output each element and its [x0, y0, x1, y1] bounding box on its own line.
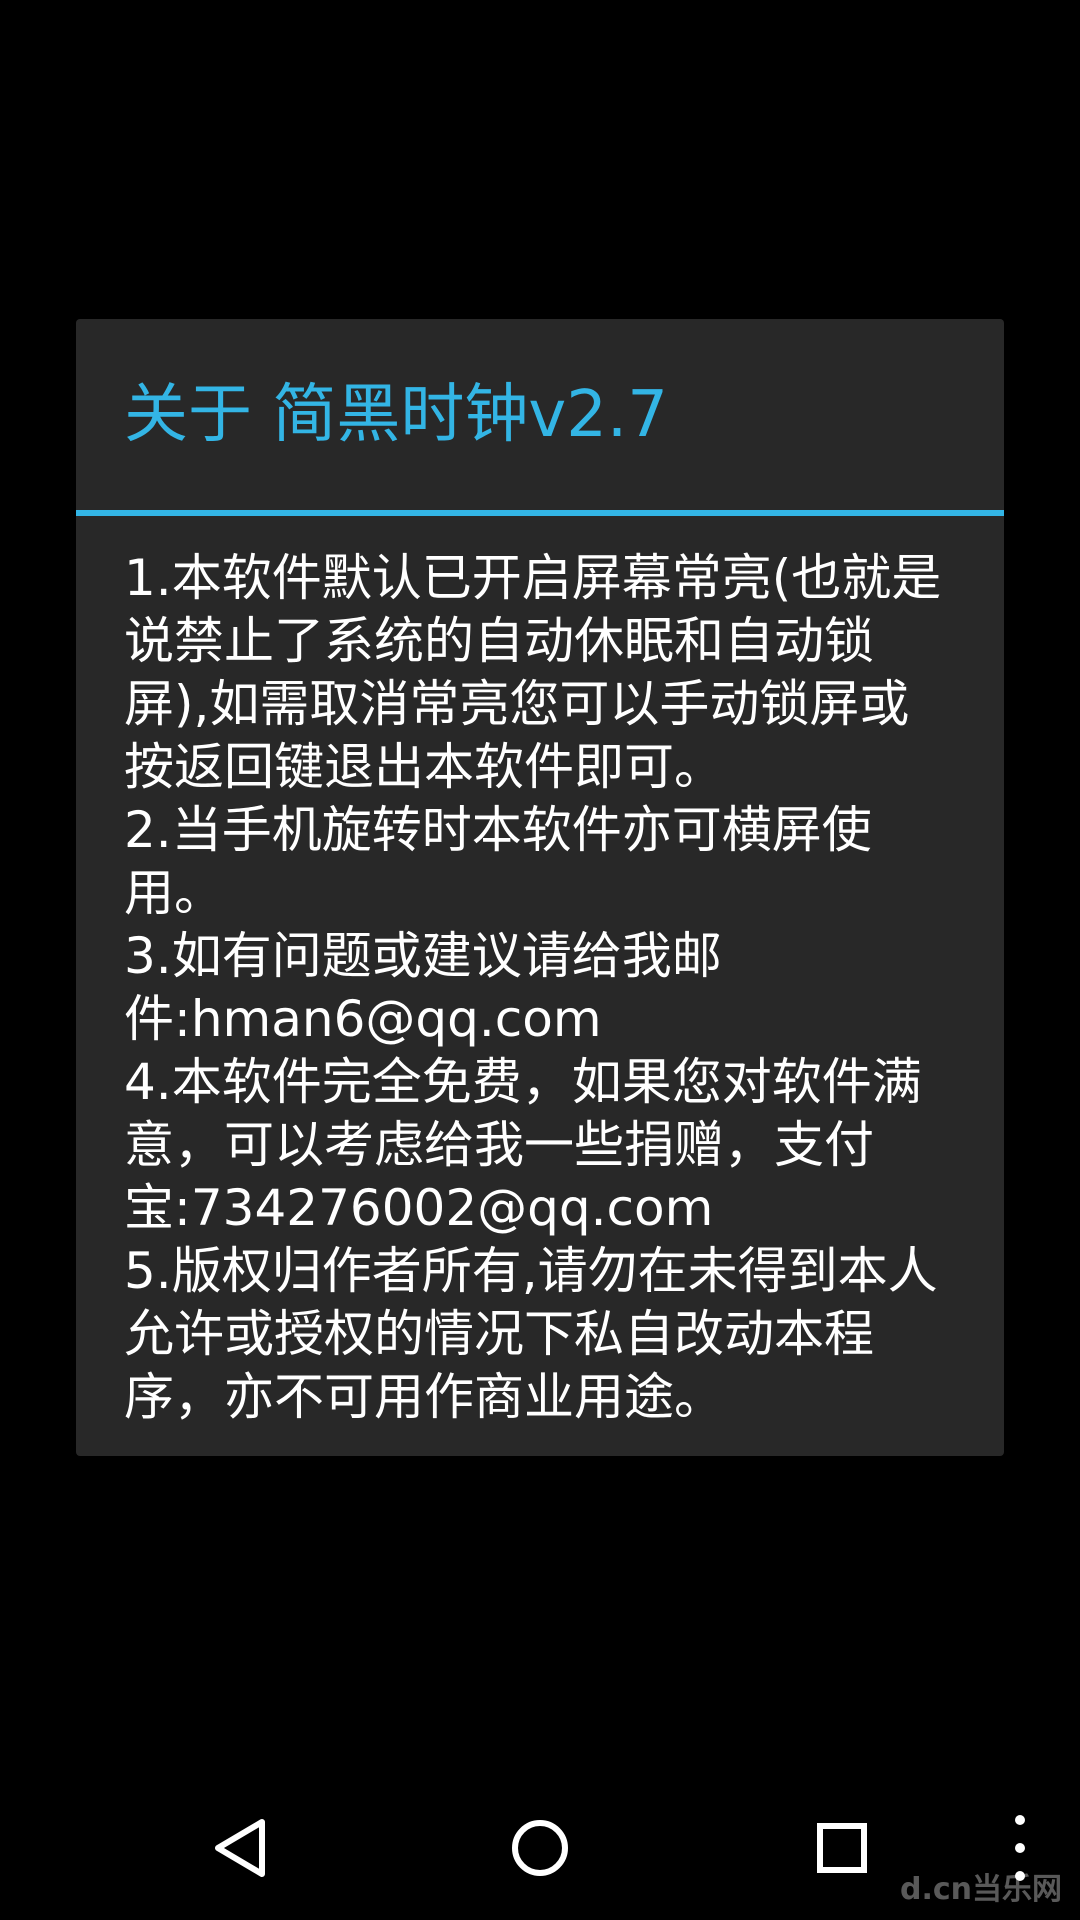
dialog-message: 1.本软件默认已开启屏幕常亮(也就是说禁止了系统的自动休眠和自动锁屏),如需取消…: [124, 547, 956, 1429]
recent-apps-button[interactable]: [780, 1788, 900, 1908]
watermark-logo: d.cn当乐网: [900, 1872, 1063, 1907]
dialog-title: 关于 简黑时钟v2.7: [124, 378, 668, 452]
screen: 关于 简黑时钟v2.7 1.本软件默认已开启屏幕常亮(也就是说禁止了系统的自动休…: [0, 0, 1080, 1920]
back-triangle-icon: [215, 1819, 265, 1877]
about-dialog: 关于 简黑时钟v2.7 1.本软件默认已开启屏幕常亮(也就是说禁止了系统的自动休…: [76, 319, 1004, 1456]
home-button[interactable]: [480, 1788, 600, 1908]
recent-apps-square-icon: [817, 1823, 867, 1873]
message-item-1: 1.本软件默认已开启屏幕常亮(也就是说禁止了系统的自动休眠和自动锁屏),如需取消…: [124, 549, 942, 796]
message-item-2: 2.当手机旋转时本软件亦可横屏使用。: [124, 801, 872, 922]
home-circle-icon: [512, 1820, 568, 1876]
message-item-3: 3.如有问题或建议请给我邮件:hman6@qq.com: [124, 927, 722, 1048]
message-item-5: 5.版权归作者所有,请勿在未得到本人允许或授权的情况下私自改动本程序，亦不可用作…: [124, 1242, 938, 1426]
back-button[interactable]: [180, 1788, 300, 1908]
title-divider: [76, 510, 1004, 516]
message-item-4: 4.本软件完全免费，如果您对软件满意，可以考虑给我一些捐赠，支付宝:734276…: [124, 1053, 922, 1237]
